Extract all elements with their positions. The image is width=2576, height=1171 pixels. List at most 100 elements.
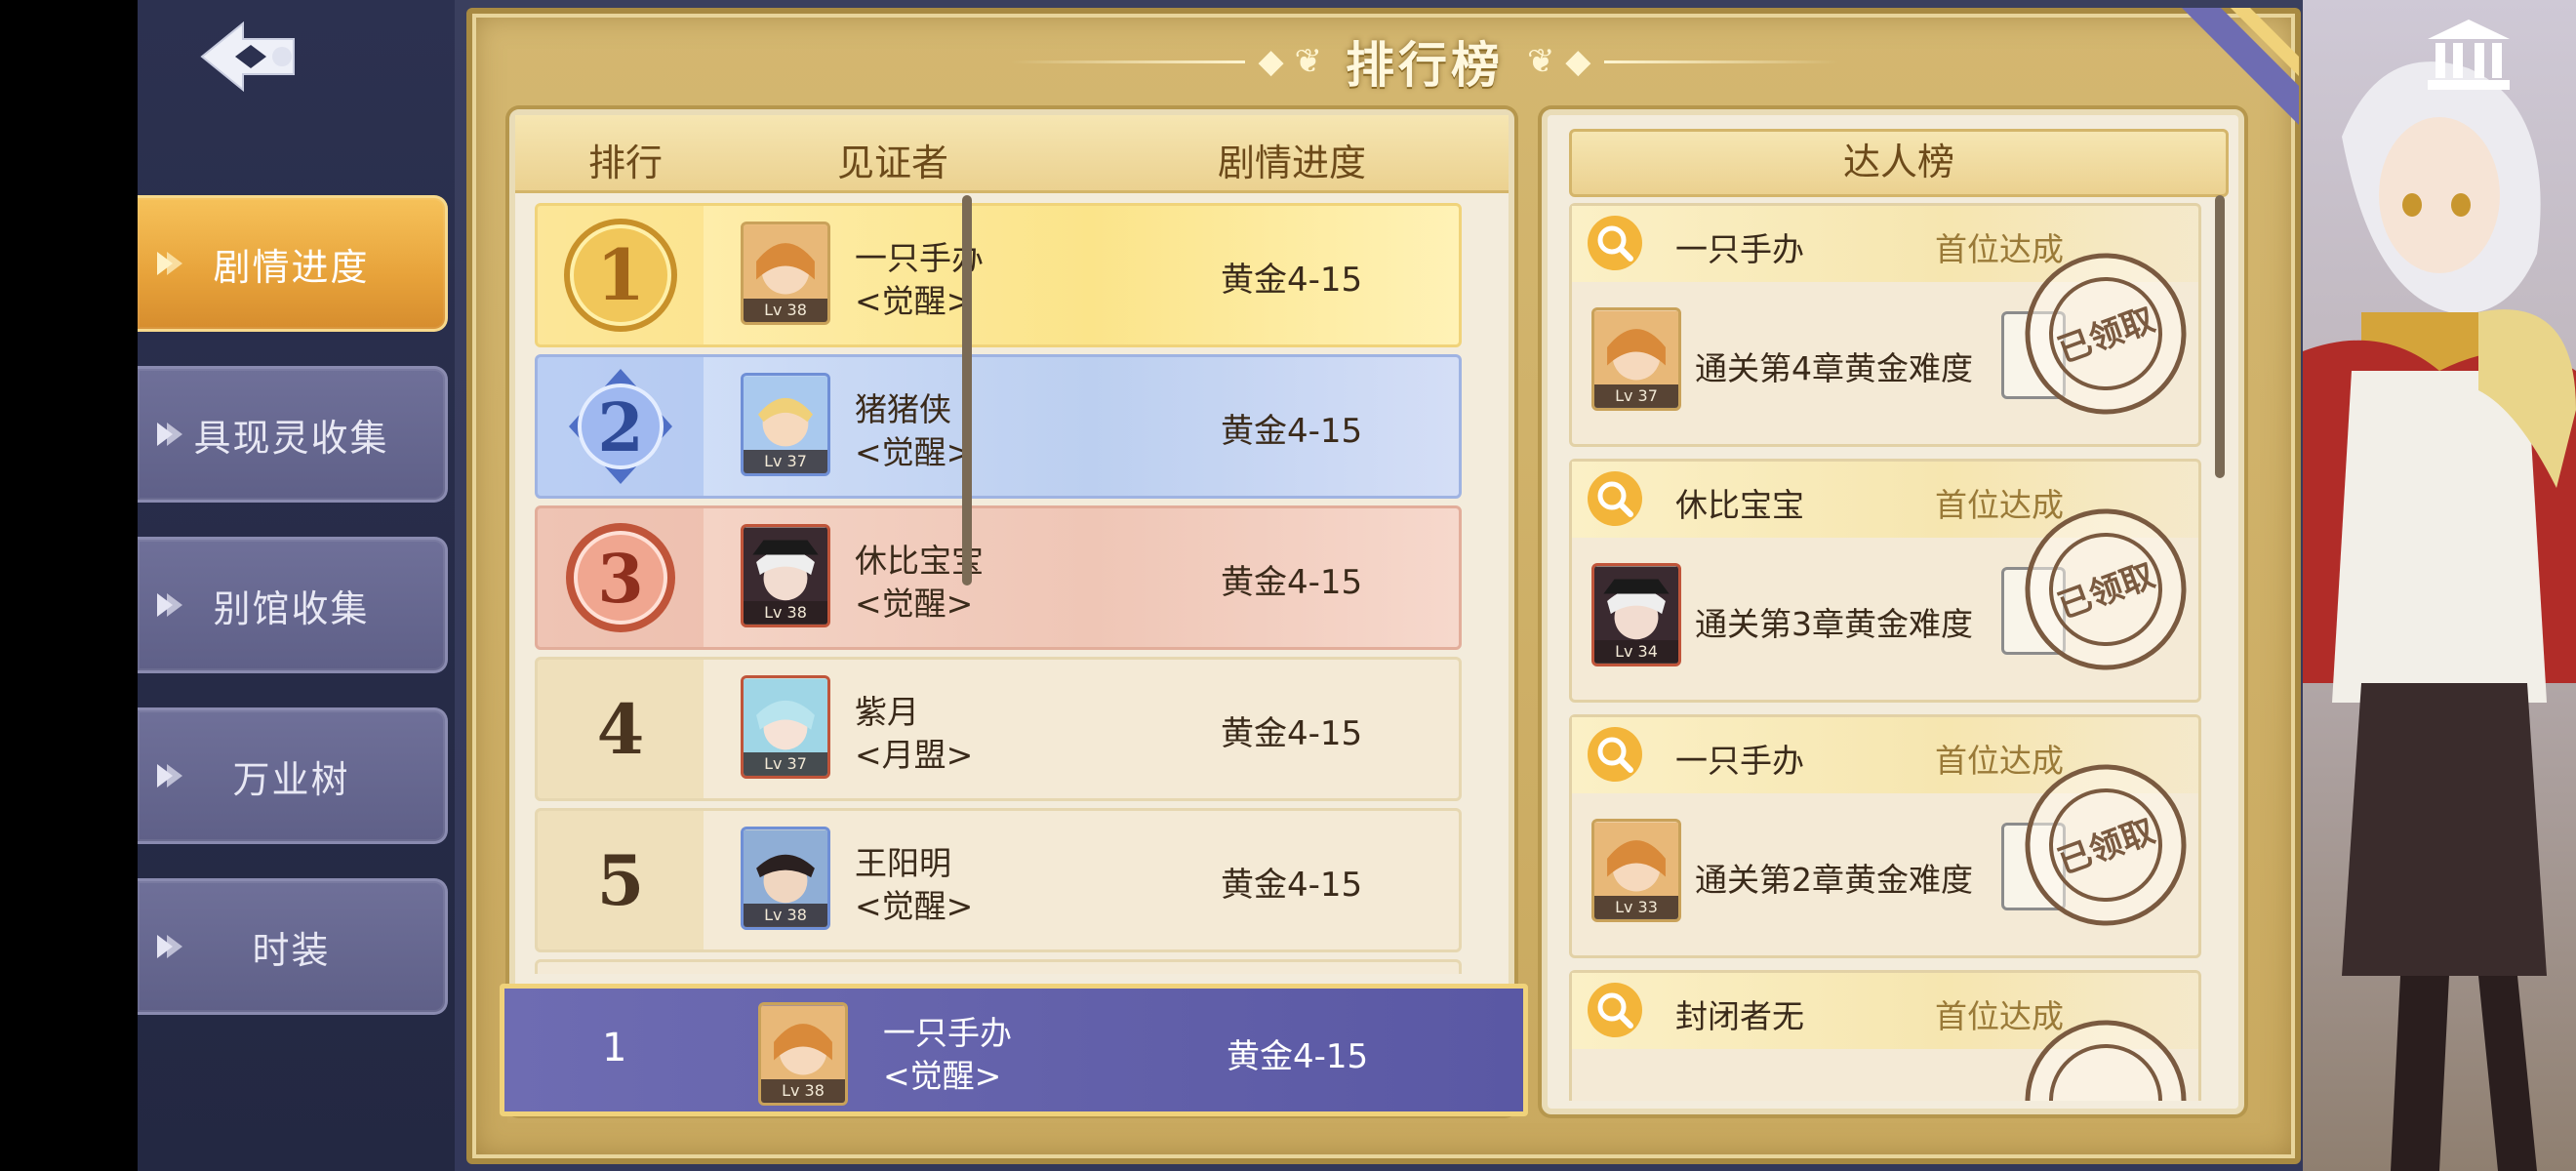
- player-info: 一只手办 <觉醒>: [883, 1012, 1012, 1098]
- level-label: Lv 33: [1594, 896, 1678, 919]
- achievement-description: 通关第4章黄金难度: [1695, 349, 1973, 387]
- gold-medal-icon: 1: [564, 219, 677, 332]
- achievement-description: 通关第2章黄金难度: [1695, 861, 1973, 899]
- player-name: 紫月: [855, 693, 919, 731]
- ornament-icon: ❦ ◆: [1527, 42, 1591, 81]
- ranking-list[interactable]: 1 Lv 38 一只手办 <觉醒> 黄金4-15 2 Lv 37 猪猪侠 <觉醒…: [535, 203, 1471, 974]
- avatar[interactable]: Lv 37: [741, 675, 830, 779]
- avatar[interactable]: Lv 38: [758, 1002, 848, 1106]
- bronze-medal-icon: 3: [566, 523, 675, 632]
- rank-number: 5: [596, 839, 645, 921]
- player-name: 一只手办: [883, 1014, 1012, 1052]
- svg-text:3: 3: [597, 541, 643, 619]
- sidebar-item-annex-collection[interactable]: 别馆收集: [138, 537, 448, 673]
- search-icon[interactable]: [1586, 469, 1644, 528]
- chevron-right-icon: [151, 244, 190, 283]
- claimed-stamp-icon: 已领取: [2025, 764, 2187, 926]
- guild-tag: <觉醒>: [855, 585, 974, 623]
- ranking-row[interactable]: 2 Lv 37 猪猪侠 <觉醒> 黄金4-15: [535, 354, 1462, 499]
- title-divider-left: [1010, 60, 1245, 63]
- sidebar-item-spirit-collection[interactable]: 具现灵收集: [138, 366, 448, 503]
- level-label: Lv 38: [744, 601, 827, 625]
- ranking-row[interactable]: [535, 959, 1462, 974]
- avatar[interactable]: Lv 38: [741, 524, 830, 627]
- ranking-row[interactable]: 5 Lv 38 王阳明 <觉醒> 黄金4-15: [535, 808, 1462, 952]
- svg-text:1: 1: [596, 233, 645, 316]
- story-progress-value: 黄金4-15: [1221, 714, 1363, 753]
- sidebar-item-label: 剧情进度: [213, 245, 370, 289]
- player-info: 猪猪侠 <觉醒>: [855, 388, 973, 474]
- game-screen: 剧情进度 具现灵收集 别馆收集 万业树 时装 ◆ ❦ 排行榜 ❦ ◆ 排行 见证…: [0, 0, 2576, 1171]
- avatar[interactable]: Lv 33: [1591, 819, 1681, 922]
- character-illustration: [2303, 61, 2576, 1171]
- search-icon[interactable]: [1586, 214, 1644, 272]
- level-label: Lv 37: [744, 752, 827, 776]
- rank-badge: 5: [538, 811, 704, 949]
- ranking-row[interactable]: 3 Lv 38 休比宝宝 <觉醒> 黄金4-15: [535, 505, 1462, 650]
- search-icon[interactable]: [1586, 981, 1644, 1039]
- guild-tag: <月盟>: [855, 736, 974, 774]
- achievement-panel: 达人榜 一只手办 首位达成 Lv 37 通关第4章黄金难度 已领取 休比宝宝 首…: [1542, 109, 2244, 1114]
- svg-text:2: 2: [597, 389, 643, 467]
- ranking-panel: 排行 见证者 剧情进度 1 Lv 38 一只手办 <觉醒> 黄金4-15 2 L…: [509, 109, 1514, 1114]
- achievement-card[interactable]: 休比宝宝 首位达成 Lv 34 通关第3章黄金难度 已领取: [1569, 459, 2201, 703]
- claimed-stamp-icon: 已领取: [2025, 508, 2187, 670]
- rank-badge: 4: [538, 660, 704, 798]
- story-progress-value: 黄金4-15: [1221, 261, 1363, 300]
- back-button[interactable]: [196, 18, 303, 96]
- achievement-card[interactable]: 封闭者无 首位达成: [1569, 970, 2201, 1101]
- sidebar-item-karma-tree[interactable]: 万业树: [138, 707, 448, 844]
- level-label: Lv 34: [1594, 640, 1678, 664]
- achiever-name: 封闭者无: [1675, 997, 1804, 1035]
- achievement-list[interactable]: 一只手办 首位达成 Lv 37 通关第4章黄金难度 已领取 休比宝宝 首位达成 …: [1569, 203, 2213, 1101]
- sidebar-item-costume[interactable]: 时装: [138, 878, 448, 1015]
- rank-badge: 3: [538, 508, 704, 647]
- chevron-right-icon: [151, 586, 190, 625]
- avatar[interactable]: Lv 34: [1591, 563, 1681, 666]
- rank-number: 4: [596, 688, 645, 770]
- rank-badge: 2: [538, 357, 704, 496]
- my-ranking-row[interactable]: 1 Lv 38 一只手办 <觉醒> 黄金4-15: [500, 984, 1528, 1116]
- story-progress-value: 黄金4-15: [1227, 1037, 1369, 1076]
- avatar[interactable]: Lv 37: [741, 373, 830, 476]
- achievement-card[interactable]: 一只手办 首位达成 Lv 33 通关第2章黄金难度 已领取: [1569, 714, 2201, 958]
- corner-ribbon: [2182, 8, 2299, 125]
- ranking-scrollbar[interactable]: [962, 195, 972, 586]
- guild-tag: <觉醒>: [883, 1057, 1002, 1095]
- player-info: 紫月 <月盟>: [855, 691, 973, 777]
- letterbox-left: [0, 0, 138, 1171]
- museum-icon[interactable]: [2424, 18, 2514, 94]
- ranking-row[interactable]: 4 Lv 37 紫月 <月盟> 黄金4-15: [535, 657, 1462, 801]
- search-icon[interactable]: [1586, 725, 1644, 784]
- chevron-right-icon: [151, 756, 190, 795]
- avatar[interactable]: Lv 38: [741, 827, 830, 930]
- achievement-card[interactable]: 一只手办 首位达成 Lv 37 通关第4章黄金难度 已领取: [1569, 203, 2201, 447]
- character-art: [2303, 0, 2576, 1171]
- sidebar-item-story-progress[interactable]: 剧情进度: [138, 195, 448, 332]
- sidebar: 剧情进度 具现灵收集 别馆收集 万业树 时装: [138, 0, 455, 1171]
- achievement-scrollbar[interactable]: [2215, 195, 2225, 478]
- achiever-name: 休比宝宝: [1675, 486, 1804, 524]
- achievement-description: 通关第3章黄金难度: [1695, 605, 1973, 643]
- avatar[interactable]: Lv 37: [1591, 307, 1681, 411]
- back-arrow-icon: [200, 20, 295, 93]
- header-rank: 排行: [588, 141, 664, 184]
- page-title: 排行榜: [1346, 37, 1504, 94]
- claimed-stamp-icon: 已领取: [2025, 253, 2187, 415]
- sidebar-item-label: 别馆收集: [213, 586, 370, 630]
- avatar[interactable]: Lv 38: [741, 222, 830, 325]
- rank-badge: 1: [538, 206, 704, 344]
- title-divider-right: [1604, 60, 1839, 63]
- story-progress-value: 黄金4-15: [1221, 412, 1363, 451]
- level-label: Lv 37: [1594, 384, 1678, 408]
- ornament-icon: ◆ ❦: [1258, 42, 1322, 81]
- sidebar-item-label: 万业树: [232, 757, 350, 801]
- guild-tag: <觉醒>: [855, 433, 974, 471]
- claimed-stamp-icon: [2025, 1020, 2187, 1101]
- achiever-name: 一只手办: [1675, 230, 1804, 268]
- chevron-right-icon: [151, 927, 190, 966]
- ranking-row[interactable]: 1 Lv 38 一只手办 <觉醒> 黄金4-15: [535, 203, 1462, 347]
- level-label: Lv 37: [744, 450, 827, 473]
- title-bar: ◆ ❦ 排行榜 ❦ ◆: [976, 18, 1873, 105]
- ranking-header: 排行 见证者 剧情进度: [515, 115, 1509, 193]
